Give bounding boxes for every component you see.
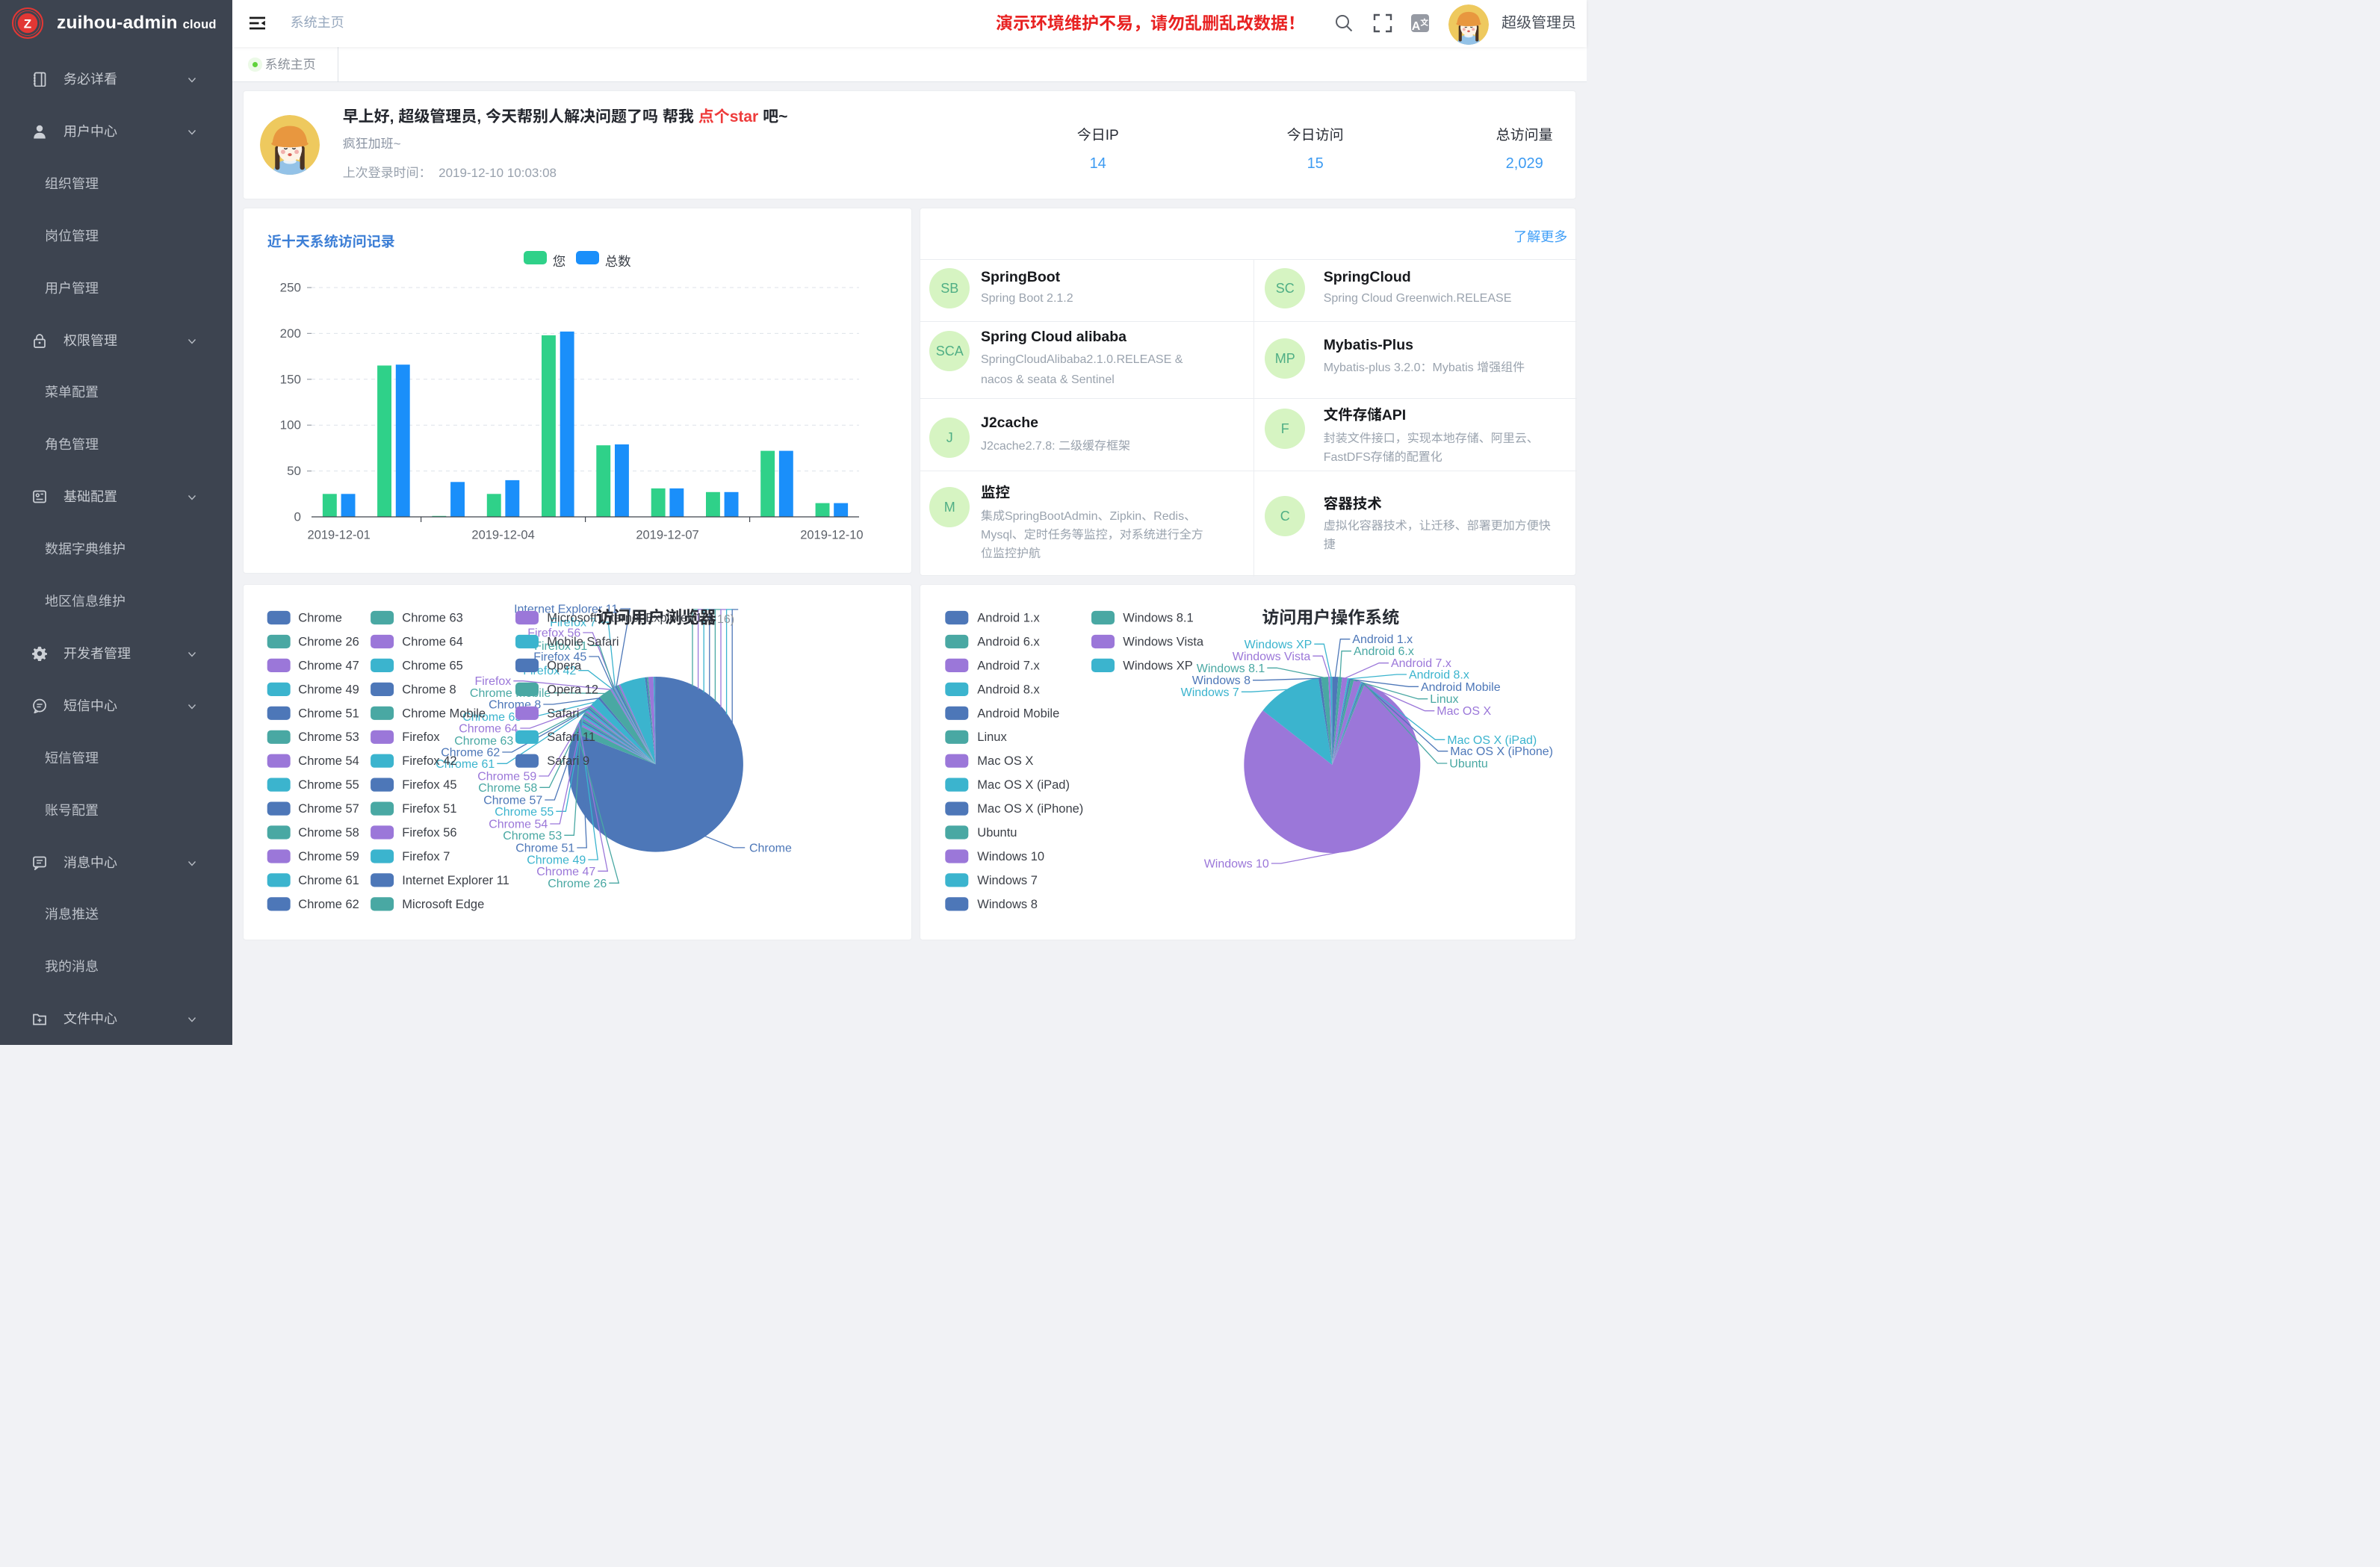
svg-text:2019-12-01: 2019-12-01 — [307, 528, 370, 542]
svg-text:Android 6.x: Android 6.x — [977, 635, 1040, 648]
svg-text:Chrome 65: Chrome 65 — [402, 659, 463, 672]
svg-text:Ubuntu: Ubuntu — [977, 826, 1017, 840]
svg-text:Chrome 51: Chrome 51 — [515, 842, 574, 854]
svg-text:Safari: Safari — [547, 707, 579, 720]
svg-text:Windows Vista: Windows Vista — [1232, 651, 1310, 663]
svg-text:Mac OS X (iPhone): Mac OS X (iPhone) — [977, 802, 1083, 816]
svg-text:Firefox 51: Firefox 51 — [402, 802, 456, 816]
svg-text:Ubuntu: Ubuntu — [1449, 757, 1488, 770]
svg-text:Chrome 8: Chrome 8 — [402, 683, 456, 696]
svg-text:16): 16) — [717, 613, 734, 626]
svg-text:Android 8.x: Android 8.x — [977, 683, 1040, 696]
svg-text:Windows XP: Windows XP — [1244, 639, 1312, 651]
svg-text:Safari 11: Safari 11 — [547, 730, 595, 744]
svg-text:Windows Vista: Windows Vista — [1123, 635, 1204, 648]
svg-text:Windows 8.1: Windows 8.1 — [1123, 611, 1193, 624]
svg-text:100: 100 — [279, 418, 300, 432]
svg-text:Firefox: Firefox — [474, 675, 511, 688]
svg-text:Firefox 7: Firefox 7 — [402, 850, 450, 863]
svg-text:Mac OS X (iPad): Mac OS X (iPad) — [977, 778, 1070, 792]
svg-text:Chrome 54: Chrome 54 — [298, 754, 359, 768]
svg-text:Chrome 55: Chrome 55 — [298, 778, 359, 792]
svg-text:Mac OS X: Mac OS X — [1437, 705, 1491, 718]
svg-text:Chrome 58: Chrome 58 — [298, 826, 359, 840]
svg-text:Firefox 42: Firefox 42 — [402, 754, 456, 768]
svg-text:50: 50 — [287, 464, 301, 478]
svg-text:Chrome: Chrome — [749, 842, 792, 854]
svg-text:Mac OS X: Mac OS X — [977, 754, 1033, 768]
svg-text:Windows 10: Windows 10 — [977, 850, 1044, 863]
svg-text:Z: Z — [24, 17, 31, 31]
svg-text:Windows 7: Windows 7 — [1180, 686, 1239, 699]
svg-text:Linux: Linux — [1430, 693, 1458, 706]
svg-text:Windows XP: Windows XP — [1123, 659, 1192, 672]
svg-text:Mobile Safari: Mobile Safari — [547, 635, 619, 648]
svg-text:Chrome 53: Chrome 53 — [298, 730, 359, 744]
svg-text:250: 250 — [279, 281, 300, 295]
svg-text:Chrome 47: Chrome 47 — [536, 866, 595, 878]
svg-text:Firefox: Firefox — [402, 730, 440, 744]
svg-text:Safari 9: Safari 9 — [547, 754, 589, 768]
svg-text:Android 6.x: Android 6.x — [1354, 645, 1414, 658]
svg-text:2019-12-04: 2019-12-04 — [471, 528, 534, 542]
svg-text:Android 1.x: Android 1.x — [977, 611, 1040, 624]
svg-text:Android 7.x: Android 7.x — [977, 659, 1040, 672]
svg-text:Chrome 61: Chrome 61 — [298, 874, 359, 887]
svg-text:Windows 8: Windows 8 — [1191, 674, 1250, 687]
svg-text:Chrome 26: Chrome 26 — [548, 878, 607, 890]
svg-text:Chrome 57: Chrome 57 — [298, 802, 359, 816]
svg-text:Windows 8: Windows 8 — [977, 898, 1038, 911]
svg-text:2019-12-07: 2019-12-07 — [636, 528, 698, 542]
svg-text:Chrome 47: Chrome 47 — [298, 659, 359, 672]
svg-text:Opera: Opera — [547, 659, 582, 672]
svg-text:Chrome Mobile: Chrome Mobile — [402, 707, 486, 720]
svg-text:Chrome 49: Chrome 49 — [298, 683, 359, 696]
svg-text:150: 150 — [279, 372, 300, 386]
svg-text:Chrome 58: Chrome 58 — [478, 782, 537, 795]
svg-text:Chrome 51: Chrome 51 — [298, 707, 359, 720]
svg-text:Chrome 64: Chrome 64 — [402, 635, 463, 648]
svg-text:Chrome 62: Chrome 62 — [298, 898, 359, 911]
svg-text:访问用户浏览器: 访问用户浏览器 — [596, 608, 716, 627]
svg-text:Windows 7: Windows 7 — [977, 874, 1038, 887]
svg-text:Linux: Linux — [977, 730, 1007, 744]
svg-text:Chrome 64: Chrome 64 — [459, 722, 518, 735]
svg-text:Mac OS X (iPhone): Mac OS X (iPhone) — [1450, 745, 1553, 758]
svg-text:Chrome 26: Chrome 26 — [298, 635, 359, 648]
svg-text:Chrome 63: Chrome 63 — [402, 611, 463, 624]
svg-text:Chrome 55: Chrome 55 — [495, 806, 554, 819]
svg-text:Microsoft Edge: Microsoft Edge — [402, 898, 484, 911]
svg-text:Android Mobile: Android Mobile — [977, 707, 1059, 720]
svg-text:Opera 12: Opera 12 — [547, 683, 598, 696]
svg-text:Chrome 59: Chrome 59 — [298, 850, 359, 863]
svg-text:Windows 10: Windows 10 — [1203, 857, 1268, 870]
svg-text:0: 0 — [294, 509, 300, 524]
svg-text:Chrome 53: Chrome 53 — [503, 830, 562, 843]
svg-text:200: 200 — [279, 326, 300, 341]
svg-text:2019-12-10: 2019-12-10 — [800, 528, 863, 542]
svg-text:Android 1.x: Android 1.x — [1352, 633, 1413, 646]
svg-text:Windows 8.1: Windows 8.1 — [1196, 663, 1265, 675]
svg-text:Firefox 45: Firefox 45 — [402, 778, 456, 792]
svg-text:Chrome: Chrome — [298, 611, 342, 624]
svg-text:Android 8.x: Android 8.x — [1409, 668, 1469, 681]
svg-text:Internet Explorer 11: Internet Explorer 11 — [402, 874, 509, 887]
svg-text:Android Mobile: Android Mobile — [1421, 681, 1501, 694]
svg-text:Firefox 56: Firefox 56 — [402, 826, 456, 840]
svg-text:访问用户操作系统: 访问用户操作系统 — [1262, 608, 1399, 627]
